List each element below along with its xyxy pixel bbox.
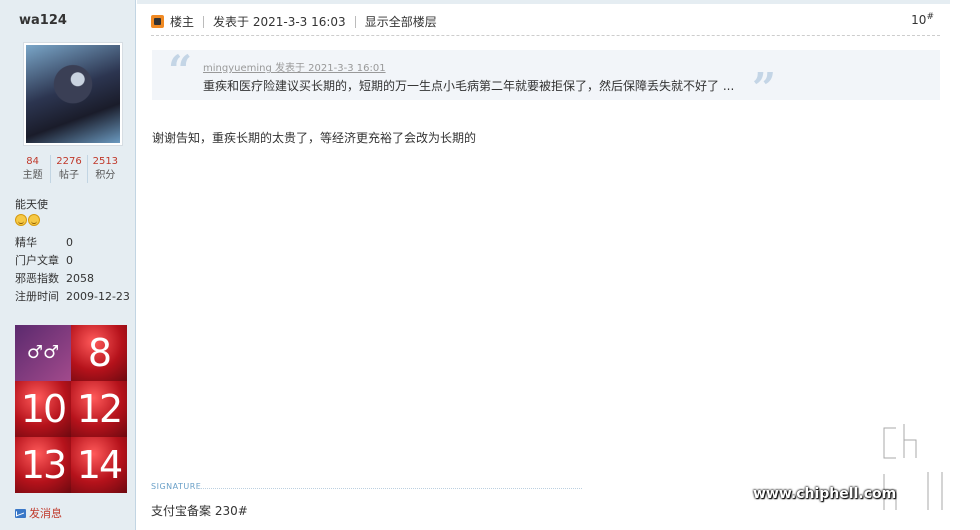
- smiley-rank-icon: [15, 214, 27, 226]
- user-profile: 精华 0 门户文章 0 邪恶指数 2058 注册时间 2009-12-23: [15, 234, 130, 306]
- avatar[interactable]: [23, 42, 123, 146]
- open-quote-icon: “: [168, 46, 193, 95]
- username[interactable]: wa124: [19, 13, 67, 28]
- medal-12[interactable]: 12: [71, 381, 127, 437]
- medals: ♂♂ 8 10 12 13 14: [15, 325, 127, 493]
- stat-posts-value: 2276: [56, 156, 82, 167]
- stat-posts-label: 帖子: [58, 170, 79, 181]
- medal-gender-icon[interactable]: ♂♂: [15, 325, 71, 381]
- watermark-url: www.chiphell.com: [753, 486, 897, 502]
- rank-stars: [15, 214, 40, 226]
- post-body: 楼主 发表于 2021-3-3 16:03 显示全部楼层 10# “ mingy…: [137, 0, 950, 530]
- quote-author-link[interactable]: mingyueming 发表于 2021-3-3 16:01: [203, 59, 386, 74]
- quote-block: “ mingyueming 发表于 2021-3-3 16:01 重疾和医疗险建…: [152, 46, 940, 110]
- post-message: 谢谢告知，重疾长期的太贵了，等经济更充裕了会改为长期的: [152, 131, 477, 145]
- send-message-label: 发消息: [29, 507, 62, 520]
- post-timestamp: 发表于 2021-3-3 16:03: [213, 15, 346, 29]
- thread-starter-icon: [151, 15, 164, 28]
- profile-row: 注册时间 2009-12-23: [15, 288, 130, 306]
- medal-14[interactable]: 14: [71, 437, 127, 493]
- user-stats: 84 主题 2276 帖子 2513 积分: [15, 155, 123, 183]
- show-all-floors-link[interactable]: 显示全部楼层: [365, 13, 437, 30]
- medal-8[interactable]: 8: [71, 325, 127, 381]
- divider: [203, 15, 205, 28]
- post-header: 楼主 发表于 2021-3-3 16:03 显示全部楼层: [151, 13, 437, 30]
- envelope-icon: [15, 508, 26, 518]
- stat-points-value: 2513: [92, 156, 119, 167]
- header-divider: [151, 35, 940, 36]
- profile-key: 注册时间: [15, 290, 59, 303]
- stat-topics[interactable]: 84 主题: [15, 155, 52, 183]
- profile-key: 精华: [15, 236, 37, 249]
- stat-points-label: 积分: [95, 170, 116, 181]
- user-sidebar: wa124 84 主题 2276 帖子 2513 积分 能天使 精华 0 门户文…: [0, 0, 136, 530]
- profile-row: 邪恶指数 2058: [15, 270, 130, 288]
- chiphell-logo-watermark: [881, 421, 951, 513]
- profile-value: 0: [66, 254, 73, 267]
- smiley-rank-icon: [28, 214, 40, 226]
- floor-value: 10: [911, 13, 927, 27]
- stat-topics-value: 84: [26, 156, 40, 167]
- send-message-link[interactable]: 发消息: [15, 505, 62, 521]
- medal-13[interactable]: 13: [15, 437, 71, 493]
- floor-suffix: #: [926, 12, 934, 22]
- user-group[interactable]: 能天使: [15, 196, 48, 212]
- divider: [354, 15, 356, 28]
- stat-posts[interactable]: 2276 帖子: [51, 155, 88, 183]
- avatar-image: [26, 45, 120, 143]
- floor-number[interactable]: 10#: [911, 12, 934, 27]
- signature-text: 支付宝备案 230#: [151, 504, 248, 518]
- close-quote-icon: ”: [752, 64, 777, 113]
- medal-10[interactable]: 10: [15, 381, 71, 437]
- post-top-border: [137, 0, 950, 4]
- signature-divider: [197, 488, 582, 489]
- quote-text: 重疾和医疗险建议买长期的，短期的万一生点小毛病第二年就要被拒保了，然后保障丢失就…: [203, 79, 735, 93]
- profile-row: 门户文章 0: [15, 252, 130, 270]
- profile-key: 门户文章: [15, 254, 59, 267]
- profile-row: 精华 0: [15, 234, 130, 252]
- thread-starter-label: 楼主: [170, 15, 195, 29]
- signature-label: SIGNATURE: [151, 482, 202, 491]
- profile-value: 0: [66, 236, 73, 249]
- profile-value: 2009-12-23: [66, 290, 130, 303]
- stat-points[interactable]: 2513 积分: [88, 155, 123, 183]
- stat-topics-label: 主题: [22, 170, 43, 181]
- profile-value: 2058: [66, 272, 94, 285]
- profile-key: 邪恶指数: [15, 272, 59, 285]
